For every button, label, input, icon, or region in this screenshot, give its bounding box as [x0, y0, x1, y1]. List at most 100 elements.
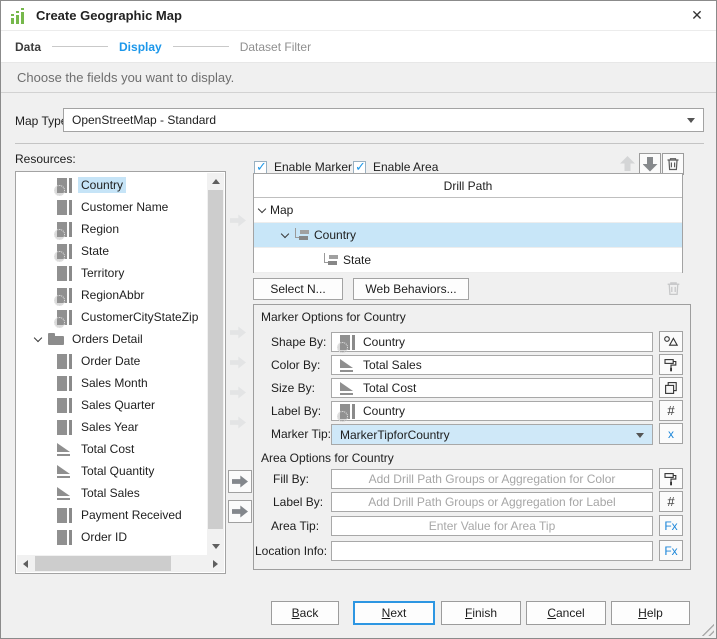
- location-info-input[interactable]: [332, 542, 652, 560]
- location-info-label: Location Info:: [255, 544, 327, 558]
- transfer-to-label-by-button[interactable]: [228, 500, 252, 523]
- tree-item-sales-month[interactable]: Sales Month: [17, 372, 206, 394]
- label-by-field[interactable]: Country: [331, 401, 653, 421]
- paint-roller-icon: [663, 471, 679, 487]
- scroll-right-icon[interactable]: [207, 555, 224, 572]
- geo-dimension-icon: [340, 335, 355, 350]
- help-button[interactable]: Help: [611, 601, 690, 625]
- resources-tree: Country Customer NameRegion State Territory…: [15, 171, 226, 574]
- delete-drill-button[interactable]: [662, 153, 684, 175]
- close-icon[interactable]: ✕: [688, 6, 706, 24]
- tree-item-order-id[interactable]: Order ID: [17, 526, 206, 548]
- wizard-steps: Data Display Dataset Filter: [1, 31, 716, 62]
- scroll-left-icon[interactable]: [17, 555, 34, 572]
- transfer-to-fill-by-button[interactable]: [228, 470, 252, 493]
- marker-tip-value: MarkerTipforCountry: [340, 428, 450, 442]
- drill-row-country[interactable]: Country: [254, 223, 682, 248]
- tree-item-label: Territory: [78, 265, 127, 281]
- tree-item-label: Sales Year: [78, 419, 141, 435]
- size-by-field[interactable]: Total Cost: [331, 378, 653, 398]
- dimension-icon: [57, 376, 72, 391]
- drill-row-state[interactable]: State: [254, 248, 682, 273]
- marker-tip-dropdown[interactable]: MarkerTipforCountry: [331, 424, 653, 445]
- finish-button[interactable]: Finish: [441, 601, 521, 625]
- select-n-button[interactable]: Select N...: [253, 278, 343, 300]
- location-info-formula-button[interactable]: Fx: [659, 540, 683, 561]
- fill-by-options-button[interactable]: [659, 468, 683, 489]
- tree-item-territory[interactable]: Territory: [17, 262, 206, 284]
- web-behaviors-button[interactable]: Web Behaviors...: [353, 278, 469, 300]
- color-by-options-button[interactable]: [659, 354, 683, 375]
- fill-by-field[interactable]: Add Drill Path Groups or Aggregation for…: [331, 469, 653, 489]
- scrollbar-thumb[interactable]: [35, 556, 171, 571]
- tree-item-label: Country: [78, 177, 126, 193]
- tree-item-customer-name[interactable]: Customer Name: [17, 196, 206, 218]
- back-button[interactable]: Back: [271, 601, 339, 625]
- enable-marker-checkbox[interactable]: [254, 161, 267, 174]
- scroll-down-icon[interactable]: [207, 538, 224, 555]
- scrollbar-thumb[interactable]: [208, 190, 223, 529]
- enable-area-checkbox[interactable]: [353, 161, 366, 174]
- scroll-up-icon[interactable]: [207, 173, 224, 190]
- tree-item-payment-received[interactable]: Payment Received: [17, 504, 206, 526]
- move-down-icon: [643, 157, 658, 172]
- tree-item-label: State: [78, 243, 112, 259]
- shape-by-field[interactable]: Country: [331, 332, 653, 352]
- overlap-squares-icon: [663, 380, 679, 396]
- tree-item-orders-detail[interactable]: Orders Detail: [17, 328, 206, 350]
- tree-item-order-date[interactable]: Order Date: [17, 350, 206, 372]
- horizontal-scrollbar[interactable]: [17, 555, 224, 572]
- geo-dimension-icon: [57, 178, 72, 193]
- tree-item-sales-year[interactable]: Sales Year: [17, 416, 206, 438]
- area-label-by-options-button[interactable]: #: [659, 491, 683, 512]
- vertical-scrollbar[interactable]: [207, 173, 224, 555]
- trash-icon-disabled: [665, 280, 682, 297]
- tree-item-label: Total Cost: [78, 441, 137, 457]
- chevron-down-icon[interactable]: [280, 230, 291, 241]
- tree-item-region[interactable]: Region: [17, 218, 206, 240]
- tree-item-total-sales[interactable]: Total Sales: [17, 482, 206, 504]
- tree-item-regionabbr[interactable]: RegionAbbr: [17, 284, 206, 306]
- map-type-select[interactable]: OpenStreetMap - Standard: [63, 108, 704, 132]
- move-down-button[interactable]: [639, 153, 661, 175]
- area-tip-formula-button[interactable]: Fx: [659, 515, 683, 536]
- move-up-icon: [620, 156, 635, 171]
- app-chart-icon: [11, 8, 28, 24]
- tree-item-country[interactable]: Country: [17, 174, 206, 196]
- area-tip-input[interactable]: [332, 517, 652, 535]
- next-button[interactable]: Next: [353, 601, 435, 625]
- tree-item-sales-quarter[interactable]: Sales Quarter: [17, 394, 206, 416]
- enable-area-row: Enable Area: [353, 160, 438, 174]
- step-divider: [173, 46, 229, 47]
- fx-icon: Fx: [664, 519, 677, 533]
- tree-item-state[interactable]: State: [17, 240, 206, 262]
- marker-tip-clear-button[interactable]: x: [659, 423, 683, 444]
- number-sign-icon: #: [667, 494, 674, 509]
- tree-item-label: Total Quantity: [78, 463, 157, 479]
- color-by-field[interactable]: Total Sales: [331, 355, 653, 375]
- area-tip-label: Area Tip:: [271, 519, 319, 533]
- area-label-by-field[interactable]: Add Drill Path Groups or Aggregation for…: [331, 492, 653, 512]
- chevron-down-icon[interactable]: [257, 205, 268, 216]
- title-bar: Create Geographic Map ✕: [1, 1, 716, 31]
- tree-item-total-quantity[interactable]: Total Quantity: [17, 460, 206, 482]
- chevron-down-icon[interactable]: [33, 334, 44, 345]
- measure-icon: [57, 442, 72, 457]
- tab-dataset-filter[interactable]: Dataset Filter: [240, 40, 311, 54]
- label-by-options-button[interactable]: #: [659, 400, 683, 421]
- size-by-options-button[interactable]: [659, 377, 683, 398]
- fx-icon: Fx: [664, 544, 677, 558]
- transfer-arrow-icon: [230, 214, 246, 227]
- chevron-down-icon: [687, 118, 695, 127]
- shape-by-options-button[interactable]: [659, 331, 683, 352]
- clear-x-icon: x: [668, 427, 674, 441]
- drill-row-map[interactable]: Map: [254, 198, 682, 223]
- tab-data[interactable]: Data: [15, 40, 41, 54]
- cancel-button[interactable]: Cancel: [526, 601, 606, 625]
- resize-grip[interactable]: [701, 623, 714, 636]
- measure-icon: [57, 486, 72, 501]
- tree-item-total-cost[interactable]: Total Cost: [17, 438, 206, 460]
- dimension-icon: [57, 266, 72, 281]
- tree-item-customercitystatezip[interactable]: CustomerCityStateZip: [17, 306, 206, 328]
- tab-display[interactable]: Display: [119, 40, 162, 54]
